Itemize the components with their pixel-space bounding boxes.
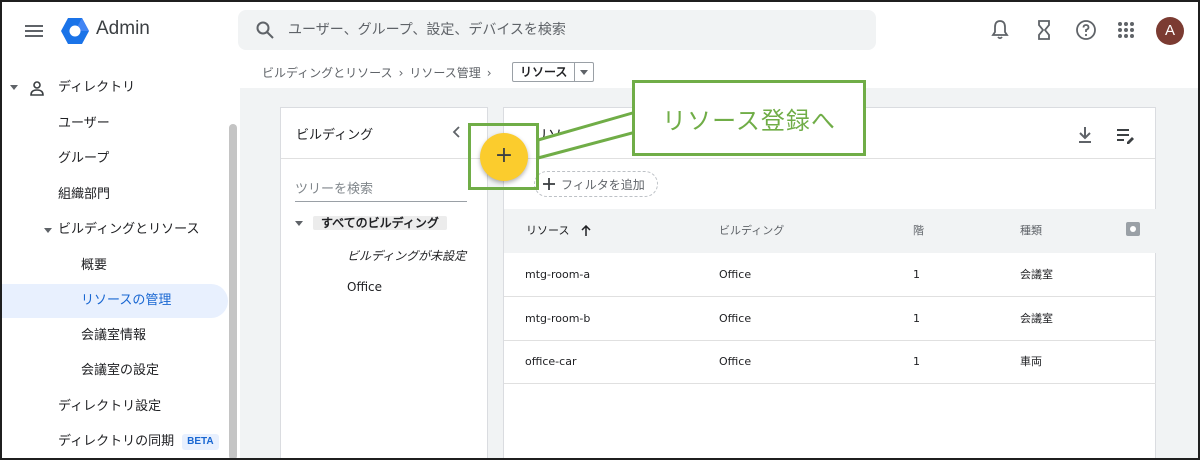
sidebar-item-label: ユーザー <box>58 116 110 131</box>
cell-floor: 1 <box>913 312 920 325</box>
sidebar-item-label: ディレクトリの同期 <box>58 434 175 449</box>
breadcrumb-separator: › <box>486 66 492 80</box>
tree-item-all-buildings[interactable]: すべてのビルディング <box>295 209 447 237</box>
table-row[interactable]: office-car Office 1 車両 <box>504 340 1156 384</box>
gear-icon[interactable] <box>1125 221 1141 237</box>
cell-building: Office <box>719 312 752 325</box>
breadcrumb-resource-management[interactable]: リソース管理 <box>409 66 480 80</box>
sidebar-item-label: 会議室情報 <box>81 328 147 343</box>
sidebar-item-directory-settings[interactable]: ディレクトリ設定 <box>0 390 228 424</box>
divider <box>281 158 487 159</box>
sidebar: ディレクトリ ユーザー グループ 組織部門 ビルディングとリソース 概要 リソー… <box>0 62 232 460</box>
tree-item-office[interactable]: Office <box>347 280 382 294</box>
sidebar-item-overview[interactable]: 概要 <box>0 249 228 283</box>
add-resource-button[interactable]: + <box>480 133 528 181</box>
sidebar-item-label: リソースの管理 <box>81 293 172 308</box>
chevron-down-icon <box>44 228 52 233</box>
sidebar-item-label: グループ <box>58 151 110 166</box>
download-icon[interactable] <box>1073 123 1097 147</box>
plus-icon <box>543 178 555 190</box>
avatar[interactable]: A <box>1156 17 1184 45</box>
annotation-callout: リソース登録へ <box>632 80 866 156</box>
tree-item-label: すべてのビルディング <box>313 216 447 230</box>
bell-icon[interactable] <box>988 18 1012 42</box>
column-header-resource[interactable]: リソース <box>526 209 591 253</box>
sidebar-item-groups[interactable]: グループ <box>0 142 228 176</box>
annotation-text: リソース登録へ <box>662 106 836 135</box>
app-title[interactable]: Admin <box>96 18 150 40</box>
table-row[interactable]: mtg-room-b Office 1 会議室 <box>504 297 1156 341</box>
apps-icon[interactable] <box>1114 18 1138 42</box>
sidebar-item-label: ディレクトリ設定 <box>58 399 162 414</box>
breadcrumb-separator: › <box>398 66 404 80</box>
tree-item-unassigned[interactable]: ビルディングが未設定 <box>347 247 466 264</box>
sidebar-item-label: 組織部門 <box>58 187 111 202</box>
column-header-type[interactable]: 種類 <box>1020 209 1042 253</box>
cell-floor: 1 <box>913 355 920 368</box>
sidebar-item-room-insights[interactable]: 会議室情報 <box>0 319 228 353</box>
sidebar-item-users[interactable]: ユーザー <box>0 107 228 141</box>
chevron-down-icon <box>295 221 303 226</box>
menu-icon[interactable] <box>22 19 46 43</box>
sidebar-item-label: 概要 <box>81 258 108 273</box>
cell-building: Office <box>719 268 752 281</box>
sidebar-item-directory[interactable]: ディレクトリ <box>0 71 228 105</box>
add-filter-button[interactable]: フィルタを追加 <box>534 171 658 197</box>
cell-resource-name: mtg-room-b <box>525 312 591 325</box>
sidebar-item-manage-resources[interactable]: リソースの管理 <box>0 284 228 318</box>
sidebar-item-buildings-resources[interactable]: ビルディングとリソース <box>0 213 228 247</box>
cell-type: 車両 <box>1020 355 1042 368</box>
column-settings-icon[interactable] <box>1113 123 1137 147</box>
search-icon <box>256 21 274 39</box>
chevron-down-icon <box>10 85 18 90</box>
buildings-panel: ビルディング すべてのビルディング ビルディングが未設定 Office <box>280 107 488 460</box>
person-icon <box>30 81 44 96</box>
cell-resource-name: mtg-room-a <box>525 268 591 281</box>
add-filter-label: フィルタを追加 <box>561 177 645 192</box>
divider <box>504 158 1155 159</box>
breadcrumb: ビルディングとリソース › リソース管理 › <box>262 61 498 85</box>
breadcrumb-current-select[interactable]: リソース <box>512 62 595 82</box>
column-header-floor[interactable]: 階 <box>913 209 924 253</box>
cell-resource-name: office-car <box>525 355 577 368</box>
breadcrumb-current: リソース <box>513 63 576 81</box>
column-header-label: リソース <box>526 224 570 237</box>
cell-type: 会議室 <box>1020 312 1053 325</box>
sidebar-item-room-settings[interactable]: 会議室の設定 <box>0 354 228 388</box>
buildings-panel-title: ビルディング <box>296 128 374 143</box>
cell-type: 会議室 <box>1020 268 1053 281</box>
help-icon[interactable] <box>1074 18 1098 42</box>
sidebar-item-label: 会議室の設定 <box>81 363 160 378</box>
column-header-building[interactable]: ビルディング <box>719 209 784 253</box>
chevron-down-icon <box>575 63 593 81</box>
cell-building: Office <box>719 355 752 368</box>
table-header: リソース ビルディング 階 種類 <box>504 209 1156 253</box>
sidebar-item-label: ディレクトリ <box>58 80 136 95</box>
collapse-panel-icon[interactable] <box>447 122 467 142</box>
sidebar-scrollbar[interactable] <box>229 124 237 460</box>
search-input[interactable] <box>288 10 858 50</box>
sidebar-item-directory-sync[interactable]: ディレクトリの同期 BETA <box>0 425 228 459</box>
sort-up-icon <box>581 224 591 236</box>
top-bar: Admin A <box>0 0 1200 62</box>
beta-badge: BETA <box>182 433 219 450</box>
sidebar-item-label: ビルディングとリソース <box>58 222 200 237</box>
tree-search-input[interactable] <box>295 178 467 202</box>
resources-panel-title: リソース <box>534 128 590 144</box>
sidebar-item-org-units[interactable]: 組織部門 <box>0 178 228 212</box>
breadcrumb-buildings-resources[interactable]: ビルディングとリソース <box>262 66 393 80</box>
search-bar[interactable] <box>238 10 876 50</box>
admin-logo-icon[interactable] <box>60 17 90 45</box>
hourglass-icon[interactable] <box>1032 18 1056 42</box>
table-row[interactable]: mtg-room-a Office 1 会議室 <box>504 253 1156 297</box>
cell-floor: 1 <box>913 268 920 281</box>
